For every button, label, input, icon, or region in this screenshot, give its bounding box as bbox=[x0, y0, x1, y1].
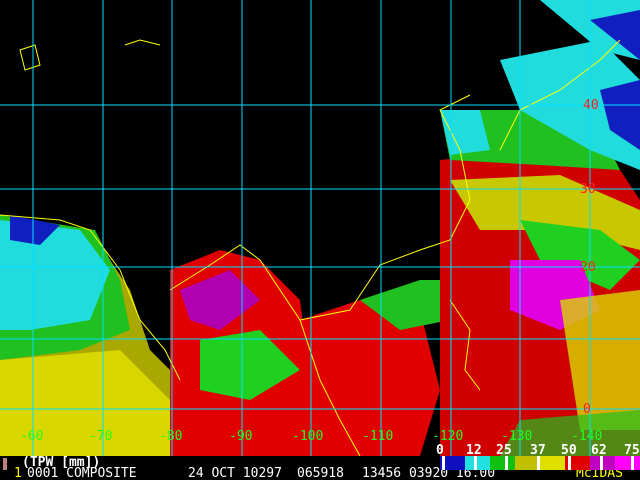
tpw-field bbox=[0, 0, 640, 456]
legend-value: 25 bbox=[496, 443, 512, 458]
lat-label-20: 20 bbox=[580, 260, 596, 275]
time-text: 065918 bbox=[297, 466, 344, 480]
lat-label-40: 40 bbox=[583, 98, 599, 113]
color-scale-segment bbox=[490, 456, 515, 470]
lon-label: -110 bbox=[362, 429, 394, 444]
color-scale-tick bbox=[442, 456, 445, 470]
color-scale-tick bbox=[568, 456, 571, 470]
satellite-image: 40 30 20 0 -60 -70 -80 -90 -100 -110 -12… bbox=[0, 0, 640, 480]
color-scale-tick bbox=[536, 456, 540, 470]
color-scale-segment bbox=[590, 456, 615, 470]
lon-label: -130 bbox=[501, 429, 533, 444]
tpw-map bbox=[0, 0, 640, 456]
lon-label: -120 bbox=[432, 429, 464, 444]
color-scale bbox=[440, 456, 640, 470]
lon-label: -70 bbox=[89, 429, 113, 444]
lon-label: -100 bbox=[292, 429, 324, 444]
header-text: 0001 COMPOSITE bbox=[27, 466, 137, 480]
date-text: 24 OCT 10297 bbox=[188, 466, 282, 480]
color-scale-tick bbox=[599, 456, 603, 470]
lon-label: -90 bbox=[229, 429, 253, 444]
color-scale-tick bbox=[473, 456, 477, 470]
lon-label: -140 bbox=[571, 429, 603, 444]
color-scale-tick bbox=[631, 456, 634, 470]
color-scale-segment bbox=[465, 456, 490, 470]
lon-label: -60 bbox=[20, 429, 44, 444]
lat-label-30: 30 bbox=[580, 182, 596, 197]
color-scale-tick bbox=[505, 456, 508, 470]
lon-label: -80 bbox=[159, 429, 183, 444]
lat-label-0: 0 bbox=[583, 402, 591, 417]
frame-marker bbox=[3, 458, 7, 470]
color-scale-segment bbox=[615, 456, 640, 470]
frame-number: 1 bbox=[14, 466, 22, 480]
color-scale-segment bbox=[540, 456, 565, 470]
